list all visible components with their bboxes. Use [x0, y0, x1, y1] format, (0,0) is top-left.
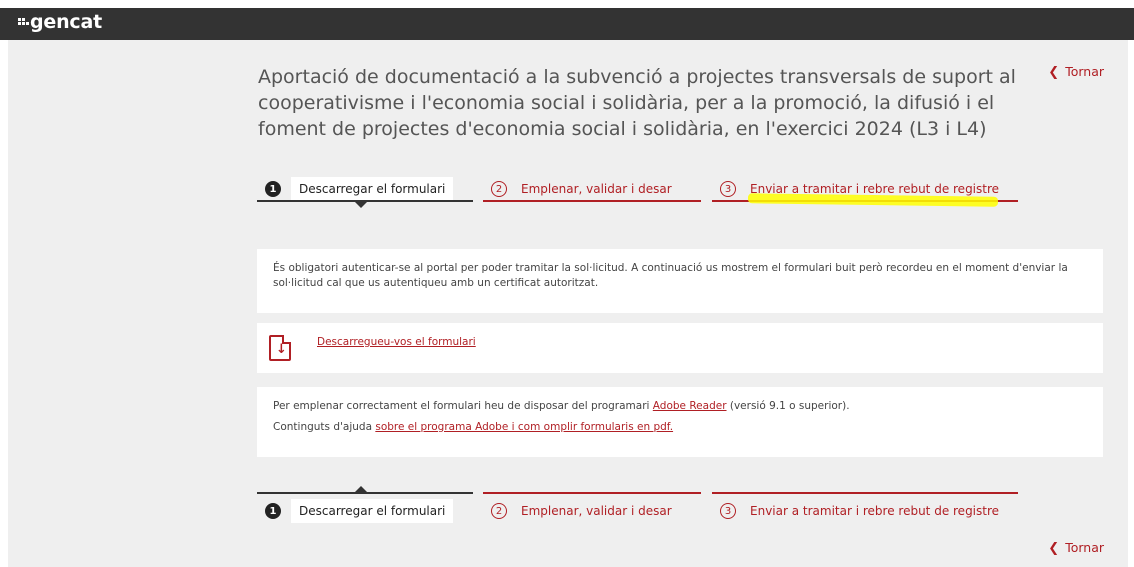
download-form-link[interactable]: Descarregueu-vos el formulari: [317, 335, 476, 350]
step-number: 3: [720, 181, 736, 197]
pdf-download-icon[interactable]: ↓: [269, 335, 291, 361]
help-line-1: Per emplenar correctament el formulari h…: [273, 399, 1087, 414]
step-number: 2: [491, 503, 507, 519]
help-card: Per emplenar correctament el formulari h…: [257, 387, 1103, 457]
steps-top: 1 Descarregar el formulari 2 Emplenar, v…: [257, 174, 1027, 214]
adobe-reader-link[interactable]: Adobe Reader: [653, 400, 727, 412]
step-1-overline: [257, 492, 473, 494]
help-text: Per emplenar correctament el formulari h…: [273, 400, 653, 412]
step-label: Descarregar el formulari: [291, 499, 454, 523]
back-label: Tornar: [1065, 64, 1104, 79]
chevron-left-icon: ❮: [1048, 65, 1060, 80]
gencat-logo[interactable]: gencat: [18, 11, 102, 33]
top-bar: gencat: [0, 8, 1134, 40]
step-label: Enviar a tramitar i rebre rebut de regis…: [750, 504, 1000, 518]
step-2-overline: [483, 492, 701, 494]
back-link-bottom[interactable]: ❮ Tornar: [1048, 540, 1104, 556]
help-text: Continguts d'ajuda: [273, 421, 376, 433]
back-label: Tornar: [1065, 540, 1104, 555]
step-number: 1: [265, 181, 281, 197]
help-text: (versió 9.1 o superior).: [726, 400, 850, 412]
step-label: Emplenar, validar i desar: [521, 504, 672, 518]
step-label: Emplenar, validar i desar: [521, 182, 672, 196]
step-2[interactable]: 2 Emplenar, validar i desar: [483, 496, 672, 526]
notice-card: És obligatori autenticar-se al portal pe…: [257, 249, 1103, 313]
step-number: 1: [265, 503, 281, 519]
chevron-left-icon: ❮: [1048, 541, 1060, 556]
step-number: 2: [491, 181, 507, 197]
adobe-help-link[interactable]: sobre el programa Adobe i com omplir for…: [375, 421, 673, 433]
step-label: Descarregar el formulari: [291, 177, 454, 201]
back-link-top[interactable]: ❮ Tornar: [1048, 64, 1104, 80]
logo-text: gencat: [30, 11, 102, 33]
step-1[interactable]: 1 Descarregar el formulari: [257, 496, 454, 526]
step-3[interactable]: 3 Enviar a tramitar i rebre rebut de reg…: [712, 496, 999, 526]
gencat-dots-icon: [18, 17, 29, 27]
arrow-down-icon: ↓: [276, 342, 287, 357]
step-pointer: [355, 202, 367, 208]
notice-text: És obligatori autenticar-se al portal pe…: [273, 262, 1068, 289]
help-line-2: Continguts d'ajuda sobre el programa Ado…: [273, 420, 1087, 435]
steps-bottom: 1 Descarregar el formulari 2 Emplenar, v…: [257, 486, 1027, 526]
page-title: Aportació de documentació a la subvenció…: [258, 66, 1016, 140]
step-number: 3: [720, 503, 736, 519]
main-content: Aportació de documentació a la subvenció…: [8, 40, 1128, 567]
step-3-overline: [712, 492, 1018, 494]
download-card: ↓ Descarregueu-vos el formulari: [257, 323, 1103, 373]
step-2-underline: [483, 200, 701, 202]
